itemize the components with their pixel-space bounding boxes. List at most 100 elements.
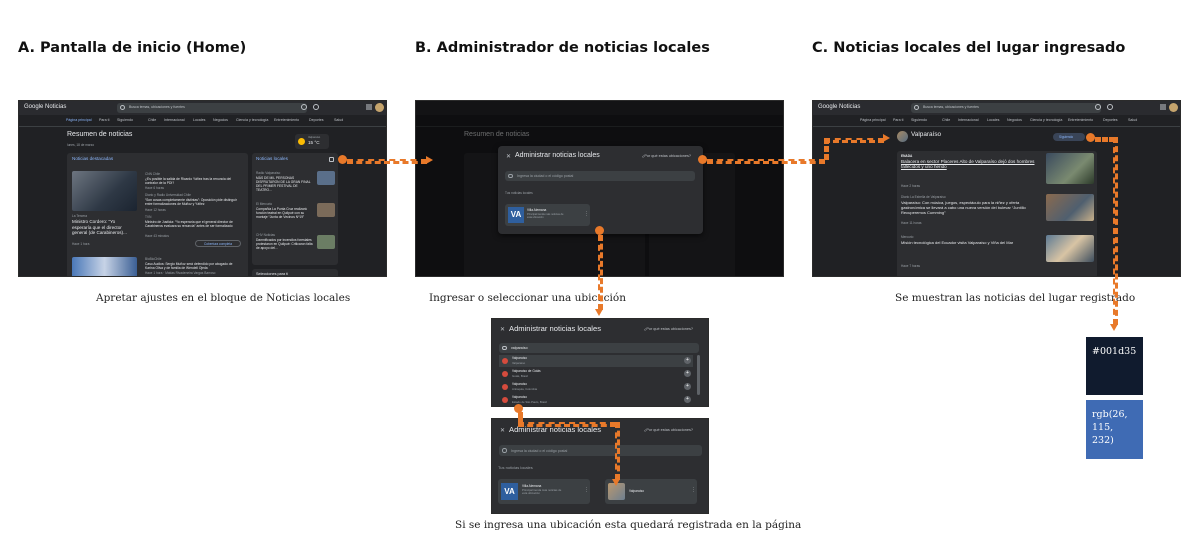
result-row-4[interactable]: Valparaíso Estado de São Paulo, Brasil + (499, 394, 693, 406)
avatar[interactable] (1169, 103, 1178, 112)
weather-widget[interactable]: Valparaíso 15 °C (295, 134, 329, 149)
full-coverage-button[interactable]: Cobertura completa (195, 240, 241, 247)
tab-international[interactable]: Internacional (958, 118, 979, 122)
tab-science[interactable]: Ciencia y tecnología (1030, 118, 1062, 122)
full-coverage-label: Cobertura completa (204, 242, 232, 246)
local-story-1-title[interactable]: MÁS DE MIL PERSONAS DISFRUTARON DE LA GR… (256, 176, 314, 192)
tab-chile[interactable]: Chile (942, 118, 950, 122)
local-story-3-title[interactable]: Damnificados por incendios forestales pr… (256, 238, 314, 250)
tab-home[interactable]: Página principal (860, 118, 886, 122)
caption-manager: Ingresar o seleccionar una ubicación (429, 292, 626, 304)
result-row-3[interactable]: Valparaíso Antioquia, Colombia + (499, 381, 693, 393)
tab-business[interactable]: Negocios (1007, 118, 1022, 122)
tab-chile[interactable]: Chile (148, 118, 156, 122)
result-3-add-icon[interactable]: + (684, 383, 691, 390)
why-locations-link[interactable]: ¿Por qué estas ubicaciones? (644, 428, 693, 432)
article-3-image[interactable] (1046, 235, 1094, 262)
tab-sports[interactable]: Deportes (1103, 118, 1118, 122)
article-1-title[interactable]: Balacera en sector Placeres Alto de Valp… (901, 159, 1041, 170)
featured-main-title[interactable]: Ministro Cordero: “Yo esperaría que el d… (72, 219, 134, 236)
tab-entertainment[interactable]: Entretenimiento (1068, 118, 1093, 122)
close-icon[interactable]: ✕ (500, 427, 505, 434)
help-icon[interactable] (1095, 104, 1101, 110)
why-locations-link[interactable]: ¿Por qué estas ubicaciones? (644, 327, 693, 331)
featured-label[interactable]: Noticias destacadas (72, 156, 113, 162)
story-3-title[interactable]: Ministro de Justicia: “Yo esperaría que … (145, 220, 241, 228)
caption-bottom: Si se ingresa una ubicación esta quedará… (455, 519, 802, 531)
tab-for-you[interactable]: Para ti (99, 118, 109, 122)
result-4-add-icon[interactable]: + (684, 396, 691, 403)
article-1-image[interactable] (1046, 153, 1094, 184)
gear-icon[interactable] (313, 104, 319, 110)
tab-local[interactable]: Locales (987, 118, 999, 122)
article-3-title[interactable]: Misión tecnológica del Ecuador visita Va… (901, 240, 1043, 245)
following-button[interactable]: Siguiendo (1053, 133, 1085, 141)
tab-home[interactable]: Página principal (66, 118, 92, 122)
local-story-2-image[interactable] (317, 203, 335, 217)
tab-health[interactable]: Salud (1128, 118, 1137, 122)
more-icon[interactable]: ⋮ (584, 211, 589, 217)
saved-location-card[interactable]: VA Villa Alemana Principal tienda más no… (505, 204, 590, 226)
tab-following[interactable]: Siguiendo (117, 118, 133, 122)
result-2-add-icon[interactable]: + (684, 370, 691, 377)
tab-for-you[interactable]: Para ti (893, 118, 903, 122)
saved-location-card[interactable]: VA Villa Alemana Principal tienda más no… (498, 479, 590, 504)
result-1-add-icon[interactable]: + (684, 357, 691, 364)
result-row-1[interactable]: Valparaíso Valparaíso + (499, 355, 693, 367)
result-3-flag-icon (502, 384, 508, 390)
article-2-title[interactable]: Valparaíso: Con música, juegos, espectác… (901, 200, 1043, 215)
tab-business[interactable]: Negocios (213, 118, 228, 122)
place-avatar (897, 131, 908, 142)
local-story-2-title[interactable]: Compañía La Punta Cruz realizará función… (256, 207, 314, 219)
tab-following[interactable]: Siguiendo (911, 118, 927, 122)
tab-sports[interactable]: Deportes (309, 118, 324, 122)
weather-sun-icon (298, 138, 305, 145)
apps-icon[interactable] (366, 104, 372, 110)
local-story-3-image[interactable] (317, 235, 335, 249)
search-input[interactable]: Busca temas, ubicaciones y fuentes (911, 103, 1101, 113)
place-title: Valparaíso (911, 131, 942, 138)
tab-health[interactable]: Salud (334, 118, 343, 122)
article-2-image[interactable] (1046, 194, 1094, 221)
result-2-name: Valparaíso de Goiás (512, 369, 541, 373)
location-input[interactable]: Ingresa la ciudad o el código postal (499, 445, 702, 456)
connector-dot-a (338, 155, 347, 164)
why-locations-link[interactable]: ¿Por qué estas ubicaciones? (642, 154, 691, 158)
close-icon[interactable]: ✕ (500, 326, 505, 333)
tab-science[interactable]: Ciencia y tecnología (236, 118, 268, 122)
manage-local-modal: ✕ Administrar noticias locales ¿Por qué … (498, 146, 703, 234)
featured-main-source: La Tercera (72, 214, 88, 218)
story-2-title[interactable]: “Son cosas completamente distintas”: Opo… (145, 198, 241, 206)
story-1-time: Hace 6 horas (145, 186, 164, 190)
local-news-label[interactable]: Noticias locales (256, 156, 288, 162)
help-icon[interactable] (301, 104, 307, 110)
result-4-flag-icon (502, 397, 508, 403)
results-scrollbar[interactable] (697, 355, 700, 395)
story-1-title[interactable]: ¿Es posible la salida de Ricardo Yáñez t… (145, 177, 241, 185)
location-input[interactable]: Ingresa la ciudad o el código postal (505, 171, 695, 181)
search-input[interactable]: Busca temas, ubicaciones y fuentes (117, 103, 307, 113)
result-row-2[interactable]: Valparaíso de Goiás Goiás, Brasil + (499, 368, 693, 380)
arrow-head-icon (883, 134, 890, 142)
location-badge: VA (508, 207, 524, 223)
apps-icon[interactable] (1160, 104, 1166, 110)
gear-icon[interactable] (1107, 104, 1113, 110)
result-1-flag-icon (502, 358, 508, 364)
close-icon[interactable]: ✕ (506, 153, 511, 160)
local-settings-icon[interactable] (329, 157, 334, 162)
local-story-1-image[interactable] (317, 171, 335, 185)
location-search-input[interactable]: valparaíso (499, 343, 699, 353)
featured-main-image[interactable] (72, 171, 137, 211)
bottom-story-image[interactable] (72, 257, 137, 276)
more-icon[interactable]: ⋮ (584, 487, 589, 493)
bottom-story-title[interactable]: Caso Audios: Sergio Muñoz será defendido… (145, 262, 241, 270)
tab-international[interactable]: Internacional (164, 118, 185, 122)
arrow-head-icon (426, 156, 433, 164)
caption-home: Apretar ajustes en el bloque de Noticias… (96, 292, 351, 304)
tab-entertainment[interactable]: Entretenimiento (274, 118, 299, 122)
connector-search-saved-1 (518, 412, 523, 422)
avatar[interactable] (375, 103, 384, 112)
more-icon[interactable]: ⋮ (691, 487, 696, 493)
connector-c-swatch-2 (1113, 137, 1118, 325)
tab-local[interactable]: Locales (193, 118, 205, 122)
